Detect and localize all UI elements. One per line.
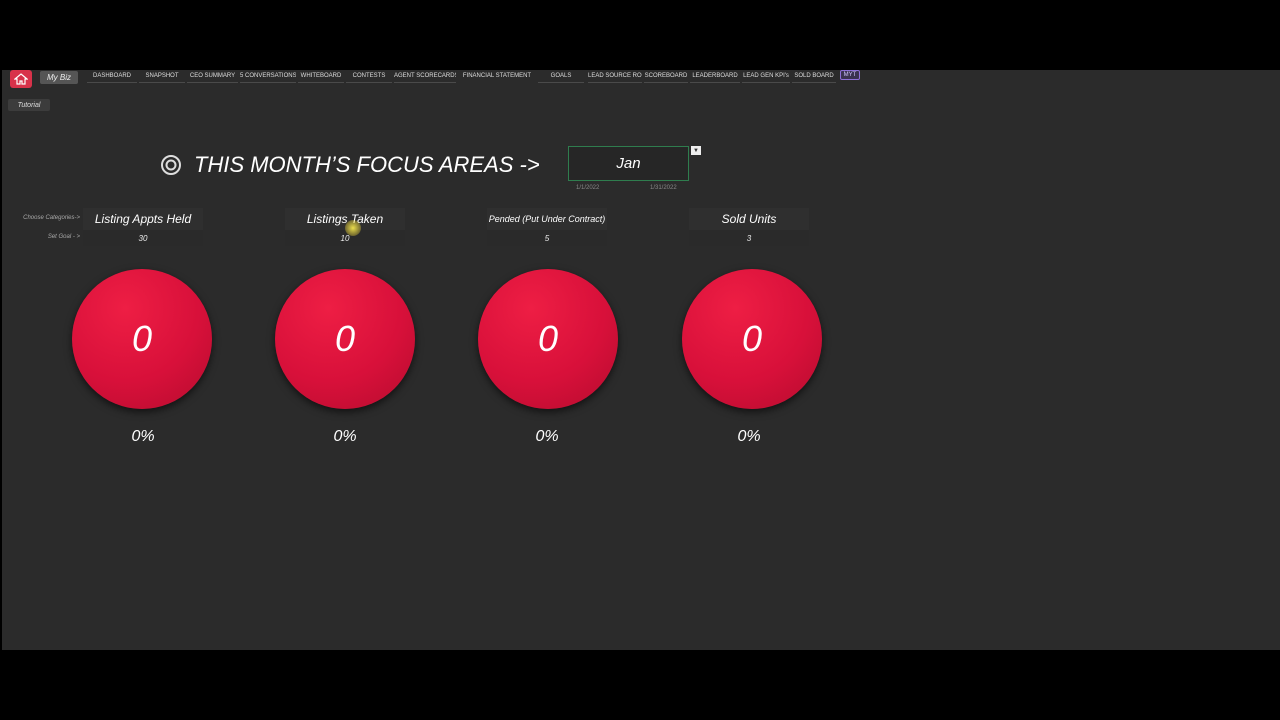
percent-1: 0% bbox=[131, 428, 155, 445]
end-date: 1/31/2022 bbox=[650, 185, 677, 191]
percent-2: 0% bbox=[333, 428, 357, 445]
category-select-3[interactable]: Pended (Put Under Contract) bbox=[487, 208, 607, 230]
goal-input-2[interactable]: 10 bbox=[285, 230, 405, 246]
goal-input-1[interactable]: 30 bbox=[83, 230, 203, 246]
month-select[interactable]: Jan bbox=[568, 146, 689, 181]
home-icon bbox=[14, 73, 28, 85]
tab-leaderboard[interactable]: LEADERBOARD bbox=[690, 70, 740, 83]
tab-5-conversations[interactable]: 5 CONVERSATIONS bbox=[240, 70, 296, 83]
tab-financial-statement[interactable]: FINANCIAL STATEMENT bbox=[460, 70, 534, 82]
tab-myt[interactable]: MYT bbox=[840, 70, 860, 80]
tab-whiteboard[interactable]: WHITEBOARD bbox=[298, 70, 344, 83]
progress-circle-3: 0 bbox=[478, 269, 618, 409]
category-select-4[interactable]: Sold Units bbox=[689, 208, 809, 230]
home-button[interactable] bbox=[10, 70, 32, 88]
focus-areas-title: THIS MONTH’S FOCUS AREAS -> bbox=[160, 152, 540, 178]
percent-3: 0% bbox=[535, 428, 559, 445]
tab-scoreboard[interactable]: SCOREBOARD bbox=[644, 70, 688, 83]
goal-input-3[interactable]: 5 bbox=[487, 230, 607, 246]
tab-contests[interactable]: CONTESTS bbox=[346, 70, 392, 83]
nav-bar: My Biz DASHBOARD SNAPSHOT CEO SUMMARY 5 … bbox=[2, 70, 1280, 90]
tab-lead-gen-kpis[interactable]: LEAD GEN KPI's bbox=[742, 70, 790, 83]
progress-circle-1: 0 bbox=[72, 269, 212, 409]
start-date: 1/1/2022 bbox=[576, 185, 600, 191]
spreadsheet-area: My Biz DASHBOARD SNAPSHOT CEO SUMMARY 5 … bbox=[2, 70, 1280, 650]
mybiz-button[interactable]: My Biz bbox=[40, 71, 78, 84]
percent-4: 0% bbox=[737, 428, 761, 445]
mouse-cursor-highlight bbox=[345, 220, 361, 236]
set-goal-label: Set Goal - > bbox=[47, 234, 80, 240]
category-select-1[interactable]: Listing Appts Held bbox=[83, 208, 203, 230]
tab-sold-board[interactable]: SOLD BOARD bbox=[792, 70, 836, 83]
tab-goals[interactable]: GOALS bbox=[538, 70, 584, 83]
tab-agent-scorecards[interactable]: AGENT SCORECARDS bbox=[394, 70, 456, 83]
progress-circle-4: 0 bbox=[682, 269, 822, 409]
choose-categories-label: Choose Categories-> bbox=[23, 215, 80, 221]
goal-input-4[interactable]: 3 bbox=[689, 230, 809, 246]
tab-dashboard[interactable]: DASHBOARD bbox=[87, 70, 137, 83]
tab-lead-source-roi[interactable]: LEAD SOURCE ROI bbox=[588, 70, 642, 83]
dropdown-arrow-icon[interactable]: ▼ bbox=[691, 146, 701, 155]
target-icon bbox=[161, 155, 181, 175]
progress-circle-2: 0 bbox=[275, 269, 415, 409]
focus-title-text: THIS MONTH’S FOCUS AREAS -> bbox=[194, 152, 540, 177]
tutorial-button[interactable]: Tutorial bbox=[8, 99, 50, 111]
tab-ceo-summary[interactable]: CEO SUMMARY bbox=[187, 70, 238, 83]
tab-snapshot[interactable]: SNAPSHOT bbox=[139, 70, 185, 83]
